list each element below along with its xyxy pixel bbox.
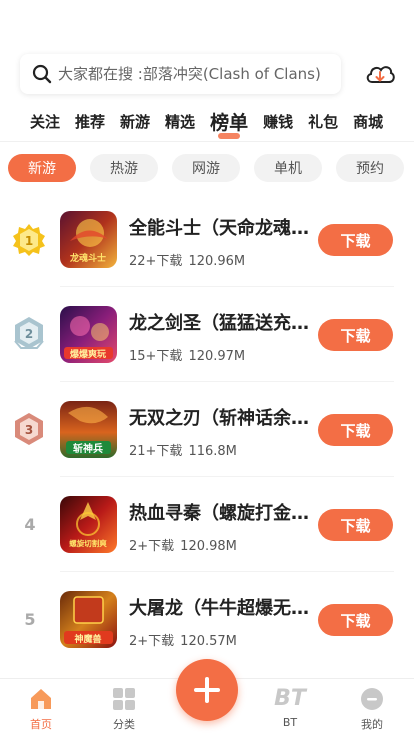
game-meta: 22+下载 120.96M [129, 250, 245, 269]
tab-label: 推荐 [75, 112, 106, 131]
bronze-medal-icon: 3 [15, 413, 43, 445]
silver-medal-icon: 2 [14, 317, 44, 349]
tab-label: 精选 [165, 112, 196, 131]
add-button[interactable] [176, 659, 238, 721]
tab-label: 新游 [120, 112, 151, 131]
tab-new-games[interactable]: 新游 [120, 111, 150, 132]
download-button[interactable]: 下载 [318, 414, 393, 446]
download-button[interactable]: 下载 [318, 319, 393, 351]
download-count: 21+下载 [129, 444, 183, 459]
bottom-nav-category[interactable]: 分类 [94, 679, 154, 736]
home-icon [31, 689, 51, 709]
download-count: 2+下载 [129, 634, 175, 649]
bottom-nav-home[interactable]: 首页 [11, 679, 71, 736]
bottom-nav-mine[interactable]: 我的 [342, 679, 402, 736]
bottom-nav-label: BT [282, 716, 298, 729]
tab-gifts[interactable]: 礼包 [308, 111, 338, 132]
download-button[interactable]: 下载 [318, 604, 393, 636]
game-icon[interactable]: 神魔兽 [60, 591, 117, 648]
rank-number: 4 [24, 515, 36, 534]
download-button[interactable]: 下载 [318, 224, 393, 256]
search-input[interactable] [58, 65, 328, 83]
download-count: 2+下载 [129, 539, 175, 554]
chip-new[interactable]: 新游 [8, 154, 76, 182]
bottom-nav-bt[interactable]: BT BT [260, 679, 320, 736]
game-meta: 15+下载 120.97M [129, 345, 245, 364]
svg-text:螺旋切割爽: 螺旋切割爽 [69, 538, 107, 548]
bottom-nav-label: 首页 [30, 718, 52, 731]
bottom-nav-label: 分类 [113, 718, 135, 731]
tab-earn[interactable]: 赚钱 [263, 111, 293, 132]
game-meta: 2+下载 120.57M [129, 630, 237, 649]
game-icon[interactable]: 龙魂斗士 [60, 211, 117, 268]
game-title: 热血寻秦（螺旋打金… [129, 503, 309, 524]
svg-text:龙魂斗士: 龙魂斗士 [69, 252, 106, 264]
filter-chips: 新游 热游 网游 单机 预约 [8, 154, 414, 182]
chip-online[interactable]: 网游 [172, 154, 240, 182]
tab-label: 榜单 [210, 111, 249, 134]
file-size: 116.8M [188, 444, 237, 459]
file-size: 120.97M [188, 349, 246, 364]
tab-follow[interactable]: 关注 [30, 111, 60, 132]
search-box[interactable] [20, 54, 341, 94]
gold-medal-icon: 1 [13, 224, 45, 256]
tab-label: 赚钱 [263, 112, 294, 131]
tab-ranking[interactable]: 榜单 [210, 108, 249, 139]
search-icon [32, 64, 52, 84]
category-tabs: 关注 推荐 新游 精选 榜单 赚钱 礼包 商城 [0, 104, 414, 139]
list-item[interactable]: 2 爆爆爽玩 龙之剑圣（猛猛送充… 15+下载 120.97M 下载 [0, 287, 414, 382]
game-title: 龙之剑圣（猛猛送充… [129, 313, 309, 334]
download-button[interactable]: 下载 [318, 509, 393, 541]
tab-mall[interactable]: 商城 [353, 111, 383, 132]
game-meta: 2+下载 120.98M [129, 535, 237, 554]
svg-text:斩神兵: 斩神兵 [73, 442, 103, 455]
game-title: 无双之刃（斩神话余… [129, 408, 309, 429]
game-title: 全能斗士（天命龙魂… [129, 218, 309, 239]
game-meta: 21+下载 116.8M [129, 440, 237, 459]
bottom-nav-label: 我的 [361, 718, 383, 731]
svg-text:3: 3 [25, 423, 33, 437]
chip-single[interactable]: 单机 [254, 154, 322, 182]
game-title: 大屠龙（牛牛超爆无… [129, 598, 309, 619]
tab-label: 关注 [30, 112, 61, 131]
file-size: 120.96M [188, 254, 246, 269]
tab-featured[interactable]: 精选 [165, 111, 195, 132]
grid-icon [113, 688, 135, 710]
svg-text:爆爆爽玩: 爆爆爽玩 [70, 348, 106, 360]
file-size: 120.57M [180, 634, 237, 649]
rank-number: 5 [24, 610, 36, 629]
chip-reserve[interactable]: 预约 [336, 154, 404, 182]
game-icon[interactable]: 斩神兵 [60, 401, 117, 458]
svg-text:2: 2 [25, 327, 33, 341]
list-item[interactable]: 3 斩神兵 无双之刃（斩神话余… 21+下载 116.8M 下载 [0, 382, 414, 477]
plus-icon [194, 677, 220, 703]
search-row [20, 54, 396, 94]
cloud-download-icon[interactable] [364, 60, 396, 88]
tab-recommend[interactable]: 推荐 [75, 111, 105, 132]
game-icon[interactable]: 爆爆爽玩 [60, 306, 117, 363]
bt-icon: BT [274, 686, 306, 711]
list-item[interactable]: 1 龙魂斗士 全能斗士（天命龙魂… 22+下载 120.96M 下载 [0, 192, 414, 287]
chip-hot[interactable]: 热游 [90, 154, 158, 182]
download-count: 15+下载 [129, 349, 183, 364]
profile-icon [361, 688, 383, 710]
list-item[interactable]: 5 神魔兽 大屠龙（牛牛超爆无… 2+下载 120.57M 下载 [0, 572, 414, 667]
game-icon[interactable]: 螺旋切割爽 [60, 496, 117, 553]
list-item[interactable]: 4 螺旋切割爽 热血寻秦（螺旋打金… 2+下载 120.98M 下载 [0, 477, 414, 572]
tab-label: 礼包 [308, 112, 339, 131]
tab-label: 商城 [353, 112, 384, 131]
divider [0, 141, 414, 142]
file-size: 120.98M [180, 539, 237, 554]
svg-text:神魔兽: 神魔兽 [74, 633, 101, 645]
download-count: 22+下载 [129, 254, 183, 269]
svg-text:1: 1 [25, 234, 33, 248]
